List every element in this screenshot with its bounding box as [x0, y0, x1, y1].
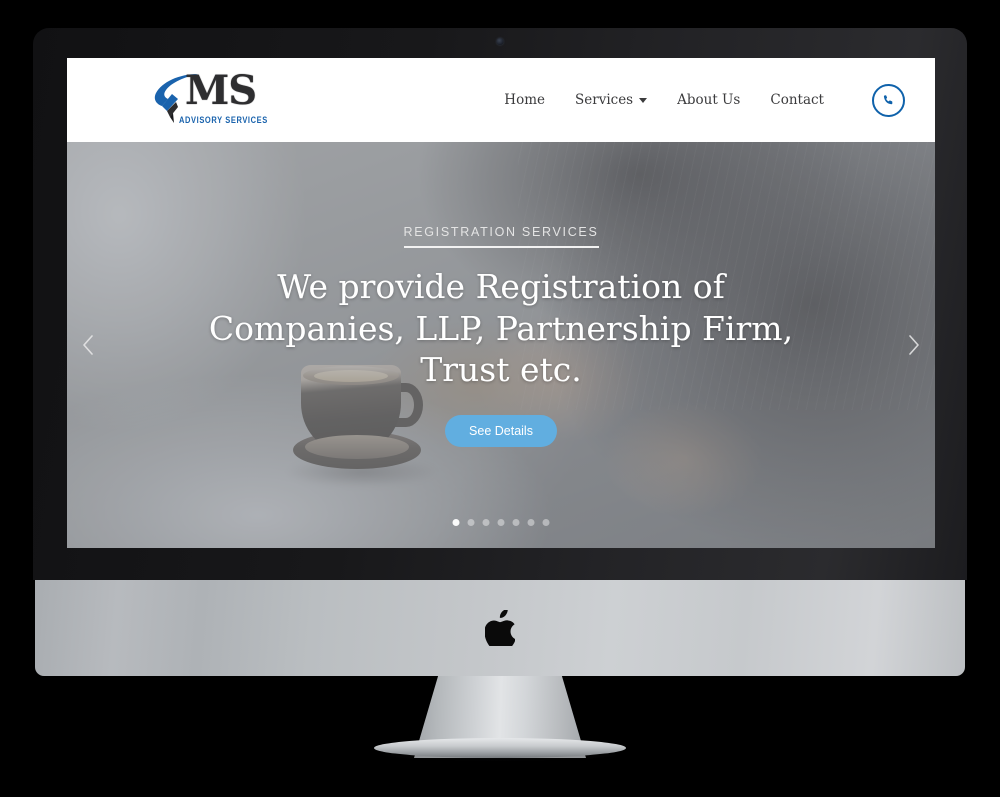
apple-logo-icon [485, 610, 515, 646]
hero-dot-7[interactable] [542, 519, 550, 526]
see-details-button[interactable]: See Details [445, 414, 557, 447]
hero-content: REGISTRATION SERVICES We provide Registr… [67, 142, 935, 548]
hero-dot-2[interactable] [467, 519, 475, 526]
main-nav: Home Services About Us Contact [504, 83, 905, 117]
logo-tagline: ADVISORY SERVICES [179, 114, 268, 126]
hero-dot-3[interactable] [482, 519, 490, 526]
nav-label-services: Services [575, 92, 634, 108]
webcam-icon [496, 38, 504, 45]
hero-eyebrow: REGISTRATION SERVICES [403, 225, 599, 249]
imac-mockup-scene: MS ADVISORY SERVICES Home Services About… [0, 0, 1000, 797]
nav-item-contact[interactable]: Contact [770, 92, 824, 108]
nav-label-about-us: About Us [677, 92, 741, 108]
hero-title: We provide Registration of Companies, LL… [208, 267, 794, 390]
imac-stand-base [374, 738, 626, 758]
site-header: MS ADVISORY SERVICES Home Services About… [67, 58, 935, 142]
logo-text: MS [185, 67, 257, 114]
chevron-right-icon [909, 335, 919, 355]
chevron-down-icon [639, 97, 648, 103]
nav-item-services[interactable]: Services [575, 92, 648, 108]
slider-prev-button[interactable] [75, 325, 101, 365]
hero-slider: REGISTRATION SERVICES We provide Registr… [67, 142, 935, 548]
imac-chin [35, 580, 965, 676]
hero-dot-5[interactable] [512, 519, 520, 526]
phone-icon [883, 94, 893, 104]
phone-call-button[interactable] [872, 83, 905, 117]
hero-dot-6[interactable] [527, 519, 535, 526]
hero-dot-4[interactable] [497, 519, 505, 526]
site-logo[interactable]: MS ADVISORY SERVICES [153, 67, 267, 131]
screen-viewport: MS ADVISORY SERVICES Home Services About… [67, 58, 935, 548]
hero-dot-1[interactable] [452, 519, 460, 526]
slider-next-button[interactable] [901, 325, 927, 365]
nav-item-home[interactable]: Home [504, 92, 545, 108]
nav-label-contact: Contact [770, 92, 824, 108]
nav-label-home: Home [504, 92, 545, 108]
chevron-left-icon [83, 335, 93, 355]
hero-pagination-dots [452, 519, 550, 526]
nav-item-about-us[interactable]: About Us [677, 92, 740, 108]
